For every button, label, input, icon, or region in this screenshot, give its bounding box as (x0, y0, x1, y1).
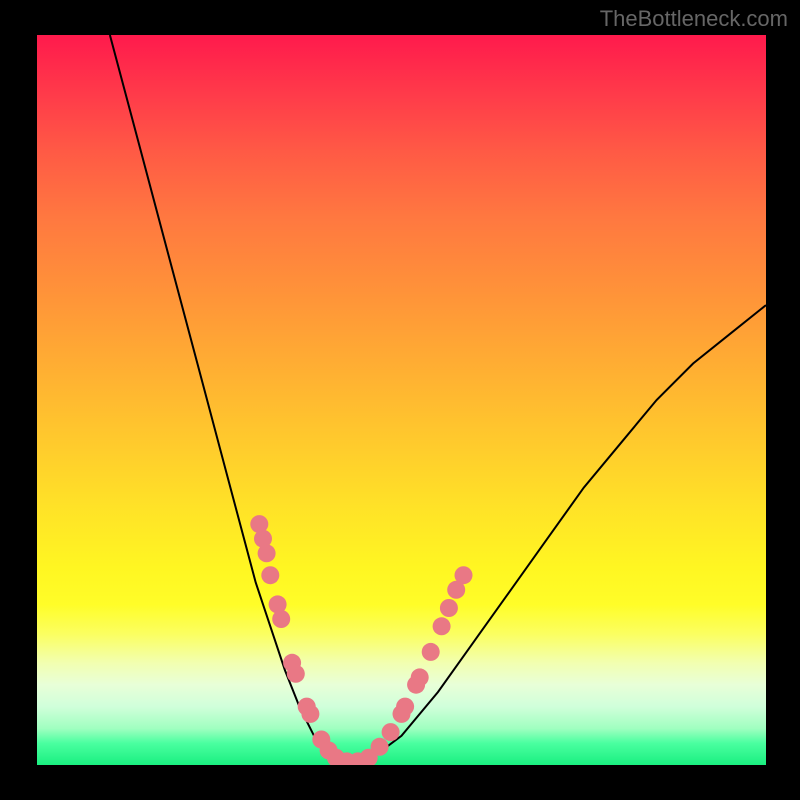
watermark-text: TheBottleneck.com (600, 6, 788, 32)
curve-marker (433, 617, 451, 635)
curve-marker (287, 665, 305, 683)
curve-marker (396, 698, 414, 716)
chart-svg (37, 35, 766, 765)
curve-marker (371, 738, 389, 756)
curve-marker (261, 566, 279, 584)
curve-markers (250, 515, 472, 765)
curve-marker (455, 566, 473, 584)
curve-marker (422, 643, 440, 661)
curve-marker (382, 723, 400, 741)
curve-marker (301, 705, 319, 723)
curve-marker (258, 544, 276, 562)
chart-plot-area (37, 35, 766, 765)
curve-marker (411, 668, 429, 686)
curve-marker (440, 599, 458, 617)
curve-marker (272, 610, 290, 628)
